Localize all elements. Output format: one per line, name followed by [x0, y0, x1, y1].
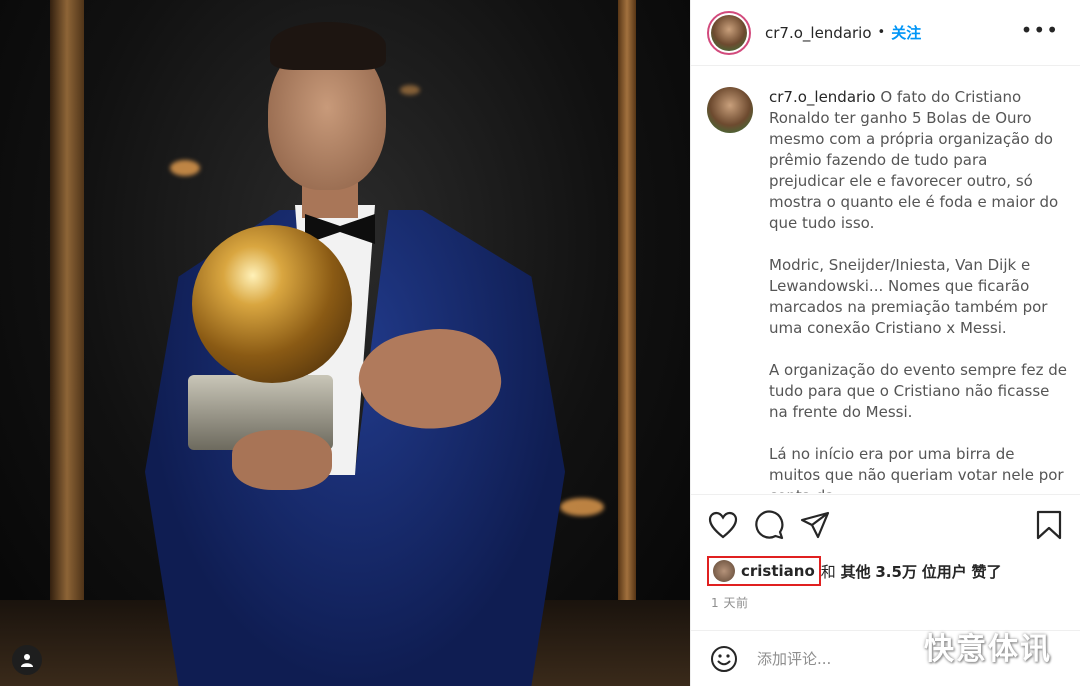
comment-button[interactable]	[753, 509, 785, 541]
caption-paragraph: Lá no início era por uma birra de muitos…	[769, 445, 1064, 493]
caption-paragraph: A organização do evento sempre fez de tu…	[769, 361, 1067, 421]
photo-light	[170, 160, 200, 176]
author-username[interactable]: cr7.o_lendario	[765, 24, 872, 42]
post-sidebar: cr7.o_lendario • 关注 ••• cr7.o_lendario O…	[690, 0, 1080, 686]
action-bar	[691, 494, 1080, 554]
emoji-icon	[711, 645, 737, 672]
photo-light	[560, 498, 604, 516]
caption-avatar[interactable]	[707, 87, 753, 133]
liker-highlight[interactable]: cristiano	[707, 556, 821, 586]
post-photo[interactable]	[0, 0, 690, 686]
bookmark-icon	[1036, 510, 1062, 540]
photo-frame-right	[618, 0, 636, 686]
post-header: cr7.o_lendario • 关注 •••	[691, 0, 1080, 66]
tagged-user-button[interactable]	[12, 645, 42, 675]
share-button[interactable]	[799, 509, 831, 541]
photo-hand-left	[232, 430, 332, 490]
caption: cr7.o_lendario O fato do Cristiano Ronal…	[707, 87, 1067, 493]
user-icon	[21, 654, 33, 667]
photo-light	[400, 85, 420, 95]
comments-section[interactable]: cr7.o_lendario O fato do Cristiano Ronal…	[691, 67, 1080, 493]
caption-paragraph: Modric, Sneijder/Iniesta, Van Dijk e Lew…	[769, 256, 1048, 337]
send-icon	[800, 511, 830, 539]
likes-text[interactable]: 和 其他 3.5万 位用户 赞了	[821, 561, 1002, 582]
save-button[interactable]	[1033, 509, 1065, 541]
caption-paragraph: cr7.o_lendario O fato do Cristiano Ronal…	[769, 88, 1059, 232]
follow-button[interactable]: 关注	[891, 22, 921, 43]
likes-count: 3.5万	[875, 562, 917, 581]
like-button[interactable]	[707, 509, 739, 541]
liker-username[interactable]: cristiano	[741, 562, 815, 580]
separator-dot: •	[877, 25, 886, 40]
liker-avatar	[713, 560, 735, 582]
caption-username[interactable]: cr7.o_lendario	[769, 88, 876, 106]
more-options-icon[interactable]: •••	[1021, 20, 1059, 40]
emoji-button[interactable]	[709, 644, 739, 674]
photo-hair	[270, 22, 386, 70]
heart-icon	[708, 511, 738, 539]
post-timestamp[interactable]: 1 天前	[711, 594, 748, 611]
photo-frame-left	[50, 0, 84, 686]
golden-ball-trophy	[192, 225, 352, 383]
caption-text: cr7.o_lendario O fato do Cristiano Ronal…	[769, 87, 1067, 493]
watermark-text: 快意体讯	[924, 632, 1052, 667]
author-avatar[interactable]	[707, 10, 751, 55]
comment-icon	[755, 510, 784, 540]
likes-summary: cristiano 和 其他 3.5万 位用户 赞了	[707, 556, 1002, 586]
